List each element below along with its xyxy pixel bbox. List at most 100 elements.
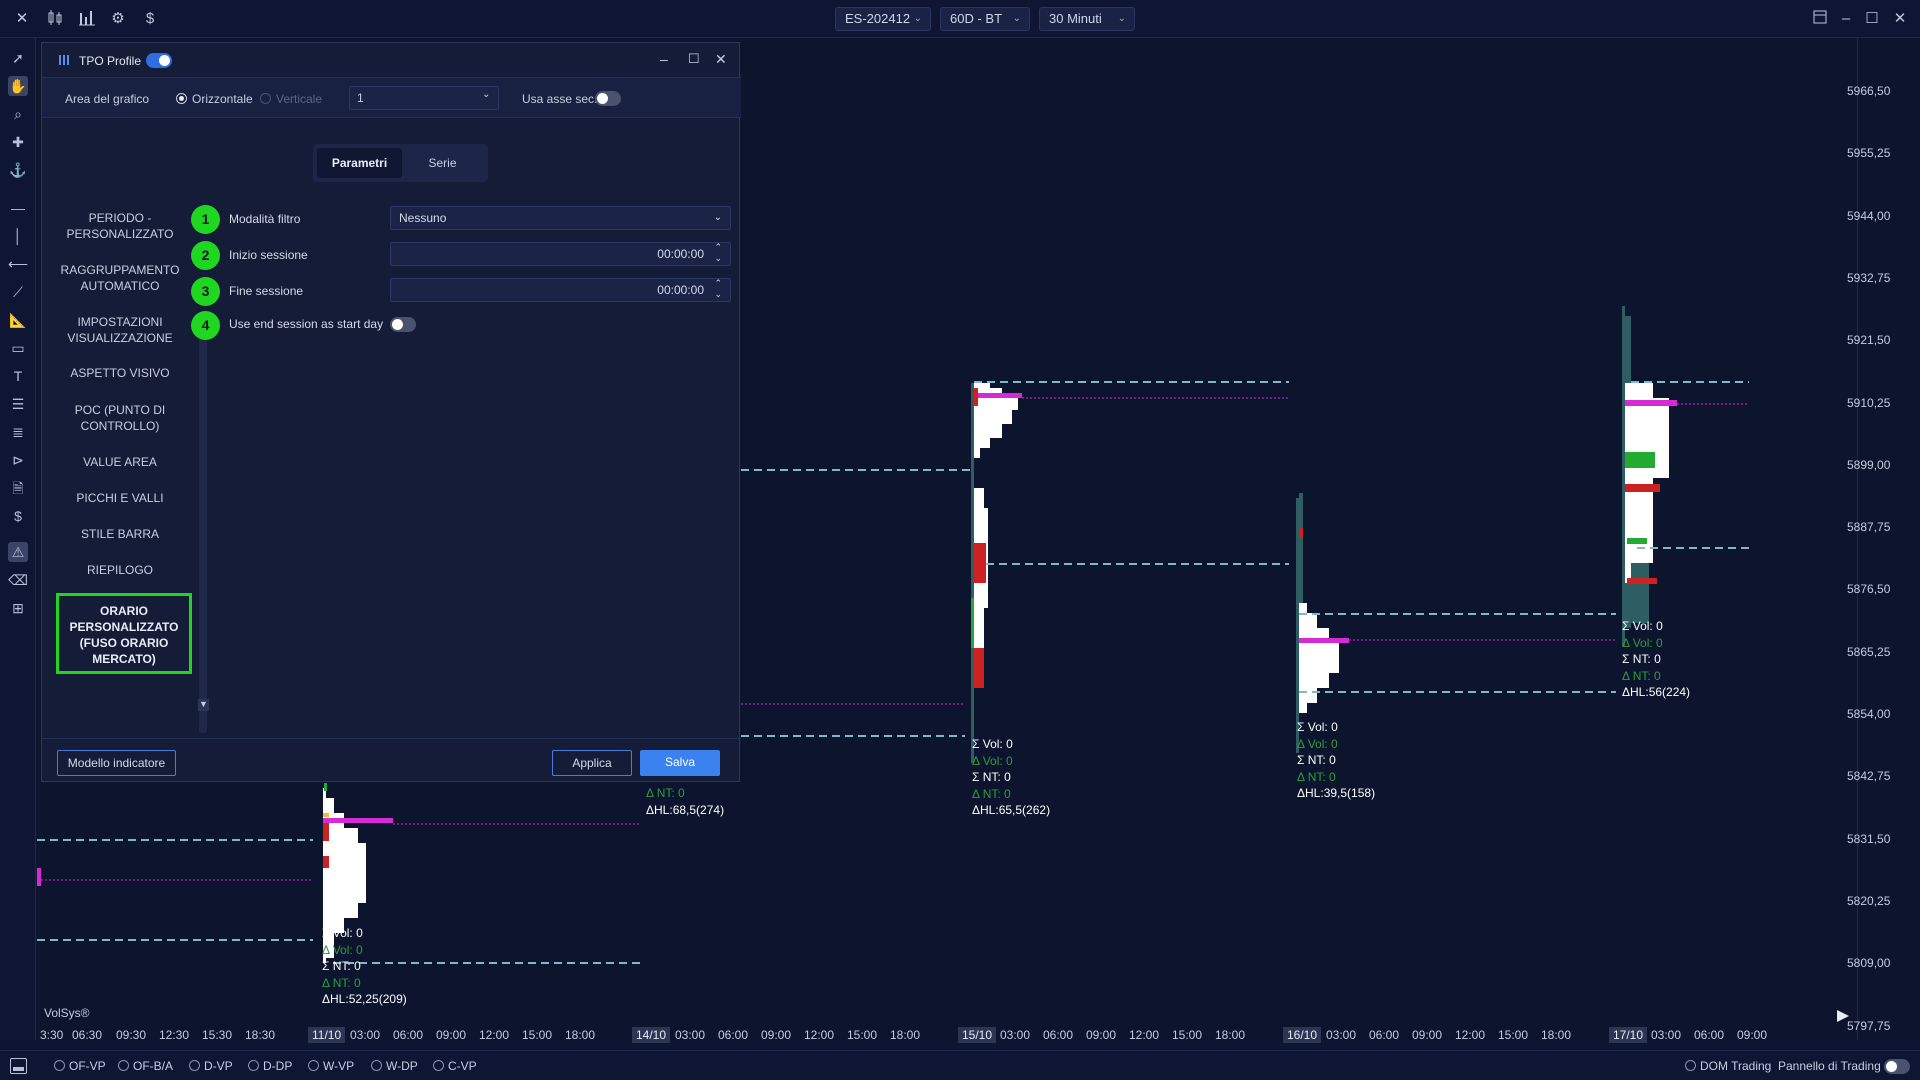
mode-w-vp[interactable]: W-VP: [308, 1059, 354, 1073]
end-session-start-day-toggle[interactable]: [390, 317, 416, 332]
price-axis: [1857, 38, 1920, 1040]
chevron-down-icon: ⌄: [1117, 13, 1126, 24]
stat-dnt: Δ NT: 0: [646, 786, 685, 800]
stepper-icon[interactable]: ⌃ ⌄: [714, 242, 722, 264]
step-badge-3: 3: [191, 277, 220, 306]
levels-icon[interactable]: ≣: [8, 422, 28, 442]
document-icon[interactable]: 🗎: [8, 478, 28, 498]
trend-line-icon[interactable]: ⟋: [8, 282, 28, 302]
interval-dropdown[interactable]: 30 Minuti ⌄: [1039, 7, 1135, 31]
magnet-icon[interactable]: ⚓: [8, 160, 28, 180]
symbol-dropdown[interactable]: ES-202412 ⌄: [835, 7, 931, 31]
tab-parametri[interactable]: Parametri: [317, 148, 402, 178]
time-tick-label: 06:30: [72, 1028, 103, 1042]
maximize-icon[interactable]: ☐: [1862, 9, 1882, 29]
ruler-icon[interactable]: 📐: [8, 310, 28, 330]
stat-nt: Σ NT: 0: [1622, 652, 1661, 666]
area-select[interactable]: 1 ⌄: [349, 86, 499, 110]
apply-button[interactable]: Applica: [552, 750, 632, 776]
crosshair-icon[interactable]: ✚: [8, 132, 28, 152]
stat-hl: ΔHL:52,25(209): [322, 992, 407, 1006]
top-toolbar: ✕ ⚙ $ ES-202412 ⌄ 60D - BT ⌄ 30 Minuti ⌄ – …: [0, 0, 1920, 38]
range-dropdown[interactable]: 60D - BT ⌄: [940, 7, 1030, 31]
layout-icon[interactable]: [1810, 9, 1830, 29]
panel-icon[interactable]: [10, 1058, 27, 1074]
text-icon[interactable]: T: [8, 366, 28, 386]
price-tick-label: 5887,75: [1847, 520, 1891, 535]
vertical-line-icon[interactable]: │: [8, 226, 28, 246]
indicator-template-button[interactable]: Modello indicatore: [57, 750, 176, 776]
stepper-icon[interactable]: ⌃ ⌄: [714, 278, 722, 300]
time-tick-label: 09:00: [1412, 1028, 1443, 1042]
session-start-input[interactable]: 00:00:00 ⌃ ⌄: [390, 242, 731, 266]
nav-impostazioni-visualizzazione[interactable]: IMPOSTAZIONI VISUALIZZAZIONE: [56, 314, 184, 346]
mode-of-vp[interactable]: OF-VP: [54, 1059, 106, 1073]
time-tick-label: 3:30: [40, 1028, 64, 1042]
dollar-icon[interactable]: $: [140, 9, 160, 29]
dom-trading-label: DOM Trading: [1700, 1059, 1772, 1073]
settings-icon[interactable]: ⚙: [108, 9, 128, 29]
radio-icon: [54, 1060, 65, 1071]
filter-mode-select[interactable]: Nessuno ⌄: [390, 206, 731, 230]
close-icon[interactable]: ✕: [12, 9, 32, 29]
nav-poc[interactable]: POC (PUNTO DI CONTROLLO): [56, 402, 184, 434]
close-icon[interactable]: ✕: [715, 51, 727, 68]
tab-serie[interactable]: Serie: [400, 148, 485, 178]
nav-orario-personalizzato[interactable]: ORARIO PERSONALIZZATO (FUSO ORARIO MERCA…: [56, 593, 192, 674]
time-tick-label: 09:00: [1086, 1028, 1117, 1042]
hand-icon[interactable]: ✋: [8, 76, 28, 96]
dom-trading[interactable]: DOM Trading: [1685, 1059, 1771, 1073]
session-end-input[interactable]: 00:00:00 ⌃ ⌄: [390, 278, 731, 302]
nav-raggruppamento-automatico[interactable]: RAGGRUPPAMENTO AUTOMATICO: [56, 262, 184, 294]
bar-chart-icon[interactable]: [77, 9, 97, 29]
mode-c-vp[interactable]: C-VP: [433, 1059, 477, 1073]
zoom-icon[interactable]: ⌕: [8, 104, 28, 124]
nav-stile-barra[interactable]: STILE BARRA: [56, 526, 184, 542]
candlestick-icon[interactable]: [45, 9, 65, 29]
dollar-drag-icon[interactable]: $: [8, 506, 28, 526]
mode-of-ba[interactable]: OF-B/A: [118, 1059, 173, 1073]
chevron-down-icon: ⌄: [713, 212, 722, 223]
alert-icon[interactable]: ⚠: [8, 542, 28, 562]
list-icon[interactable]: ☰: [8, 394, 28, 414]
interval-label: 30 Minuti: [1049, 11, 1102, 26]
save-button[interactable]: Salva: [640, 750, 720, 776]
horizontal-label: Orizzontale: [192, 92, 253, 106]
add-layer-icon[interactable]: ⊞: [8, 598, 28, 618]
minimize-icon[interactable]: –: [1836, 9, 1856, 29]
trading-panel-toggle[interactable]: [1884, 1059, 1910, 1074]
rectangle-icon[interactable]: ▭: [8, 338, 28, 358]
bottom-bar: OF-VP OF-B/A D-VP D-DP W-VP W-DP C-VP DO…: [0, 1050, 1920, 1080]
close-icon[interactable]: ✕: [1890, 9, 1910, 29]
nav-value-area[interactable]: VALUE AREA: [56, 454, 184, 470]
eraser-icon[interactable]: ⌫: [8, 570, 28, 590]
time-tick-label: 18:00: [1215, 1028, 1246, 1042]
minimize-icon[interactable]: –: [660, 51, 668, 67]
pointer-icon[interactable]: ➚: [8, 48, 28, 68]
time-tick-label: 12:00: [479, 1028, 510, 1042]
mode-w-dp[interactable]: W-DP: [371, 1059, 418, 1073]
secondary-axis-toggle[interactable]: [595, 91, 621, 106]
horizontal-line-icon[interactable]: —: [8, 198, 28, 218]
indicator-enabled-toggle[interactable]: [146, 53, 172, 68]
time-tick-label: 06:00: [1369, 1028, 1400, 1042]
nav-picchi-valli[interactable]: PICCHI E VALLI: [56, 490, 184, 506]
mode-d-vp[interactable]: D-VP: [189, 1059, 233, 1073]
nav-aspetto-visivo[interactable]: ASPETTO VISIVO: [56, 365, 184, 381]
trading-panel-label: Pannello di Trading: [1778, 1059, 1881, 1073]
fib-icon[interactable]: ⊳: [8, 450, 28, 470]
radio-icon: [248, 1060, 259, 1071]
price-tick-label: 5921,50: [1847, 333, 1891, 348]
nav-scrollbar[interactable]: [199, 338, 207, 733]
nav-riepilogo[interactable]: RIEPILOGO: [56, 562, 184, 578]
mode-label: OF-B/A: [133, 1059, 174, 1073]
ray-icon[interactable]: ⟵: [8, 254, 28, 274]
nav-periodo-personalizzato[interactable]: PERIODO - PERSONALIZZATO: [56, 210, 184, 242]
stat-nt: Σ NT: 0: [1297, 753, 1336, 767]
price-tick-label: 5865,25: [1847, 644, 1891, 659]
vertical-radio[interactable]: [260, 93, 271, 104]
scroll-down-icon[interactable]: ▼: [198, 699, 209, 711]
maximize-icon[interactable]: ☐: [688, 51, 700, 67]
mode-d-dp[interactable]: D-DP: [248, 1059, 292, 1073]
horizontal-radio[interactable]: [176, 93, 187, 104]
